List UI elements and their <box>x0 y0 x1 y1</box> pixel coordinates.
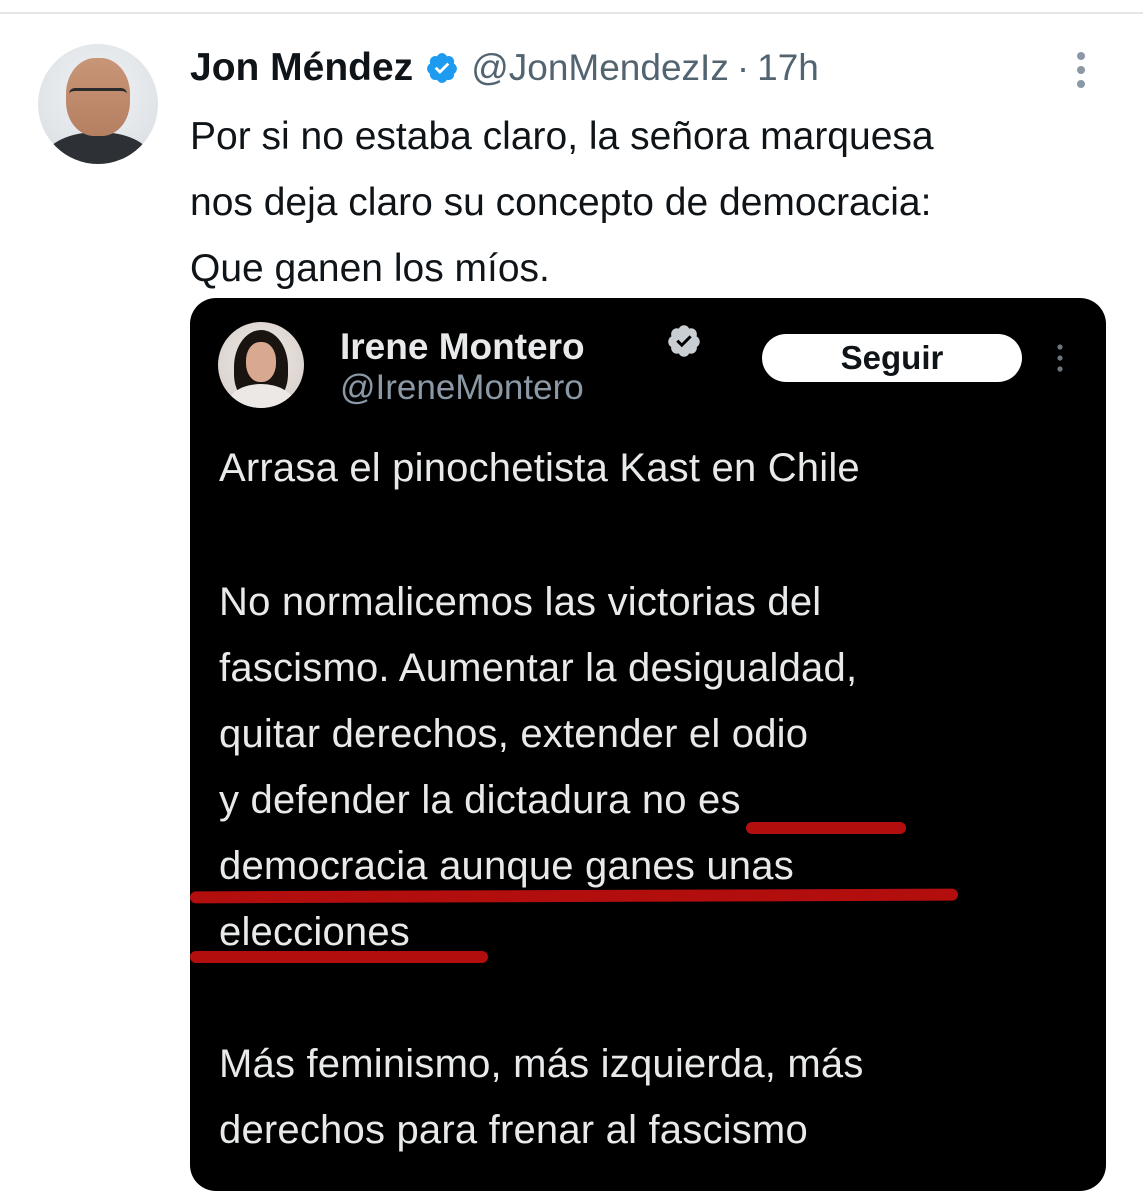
tweet-header: Jon Méndez @JonMendezIz · 17h <box>190 42 819 94</box>
embedded-line: No normalicemos las victorias del <box>219 580 822 624</box>
embedded-line: elecciones <box>219 910 411 954</box>
bottom-strip <box>0 1191 1143 1200</box>
embedded-line: democracia aunque ganes unas <box>219 844 794 888</box>
embedded-line: Arrasa el pinochetista Kast en Chile <box>219 446 860 490</box>
timestamp[interactable]: 17h <box>757 47 819 89</box>
top-divider <box>0 12 1143 14</box>
author-avatar[interactable] <box>38 44 158 164</box>
embedded-line: Más feminismo, más izquierda, más <box>219 1042 864 1086</box>
embedded-author-handle: @IreneMontero <box>340 368 584 407</box>
author-handle[interactable]: @JonMendezIz <box>471 47 729 89</box>
embedded-line: fascismo. Aumentar la desigualdad, <box>219 646 858 690</box>
embedded-verified-badge-icon <box>668 325 700 357</box>
red-underline-democracia <box>190 888 959 904</box>
embedded-author-name: Irene Montero <box>340 326 585 367</box>
embedded-more-options-icon <box>1057 344 1063 372</box>
red-underline-elecciones <box>190 951 488 963</box>
embedded-line: derechos para frenar al fascismo <box>219 1108 808 1152</box>
embedded-line: y defender la dictadura no es <box>219 778 741 822</box>
verified-badge-icon <box>427 53 458 83</box>
embedded-tweet-image[interactable]: Irene Montero @IreneMontero Seguir Arras… <box>190 298 1106 1191</box>
follow-button: Seguir <box>762 334 1022 382</box>
embedded-line: quitar derechos, extender el odio <box>219 712 809 756</box>
author-name[interactable]: Jon Méndez <box>190 46 413 90</box>
more-options-icon[interactable] <box>1064 48 1098 92</box>
tweet-text: Por si no estaba claro, la señora marque… <box>190 115 934 290</box>
separator-dot: · <box>736 47 750 88</box>
red-underline-no-es <box>746 822 906 834</box>
embedded-author-avatar <box>218 322 304 408</box>
